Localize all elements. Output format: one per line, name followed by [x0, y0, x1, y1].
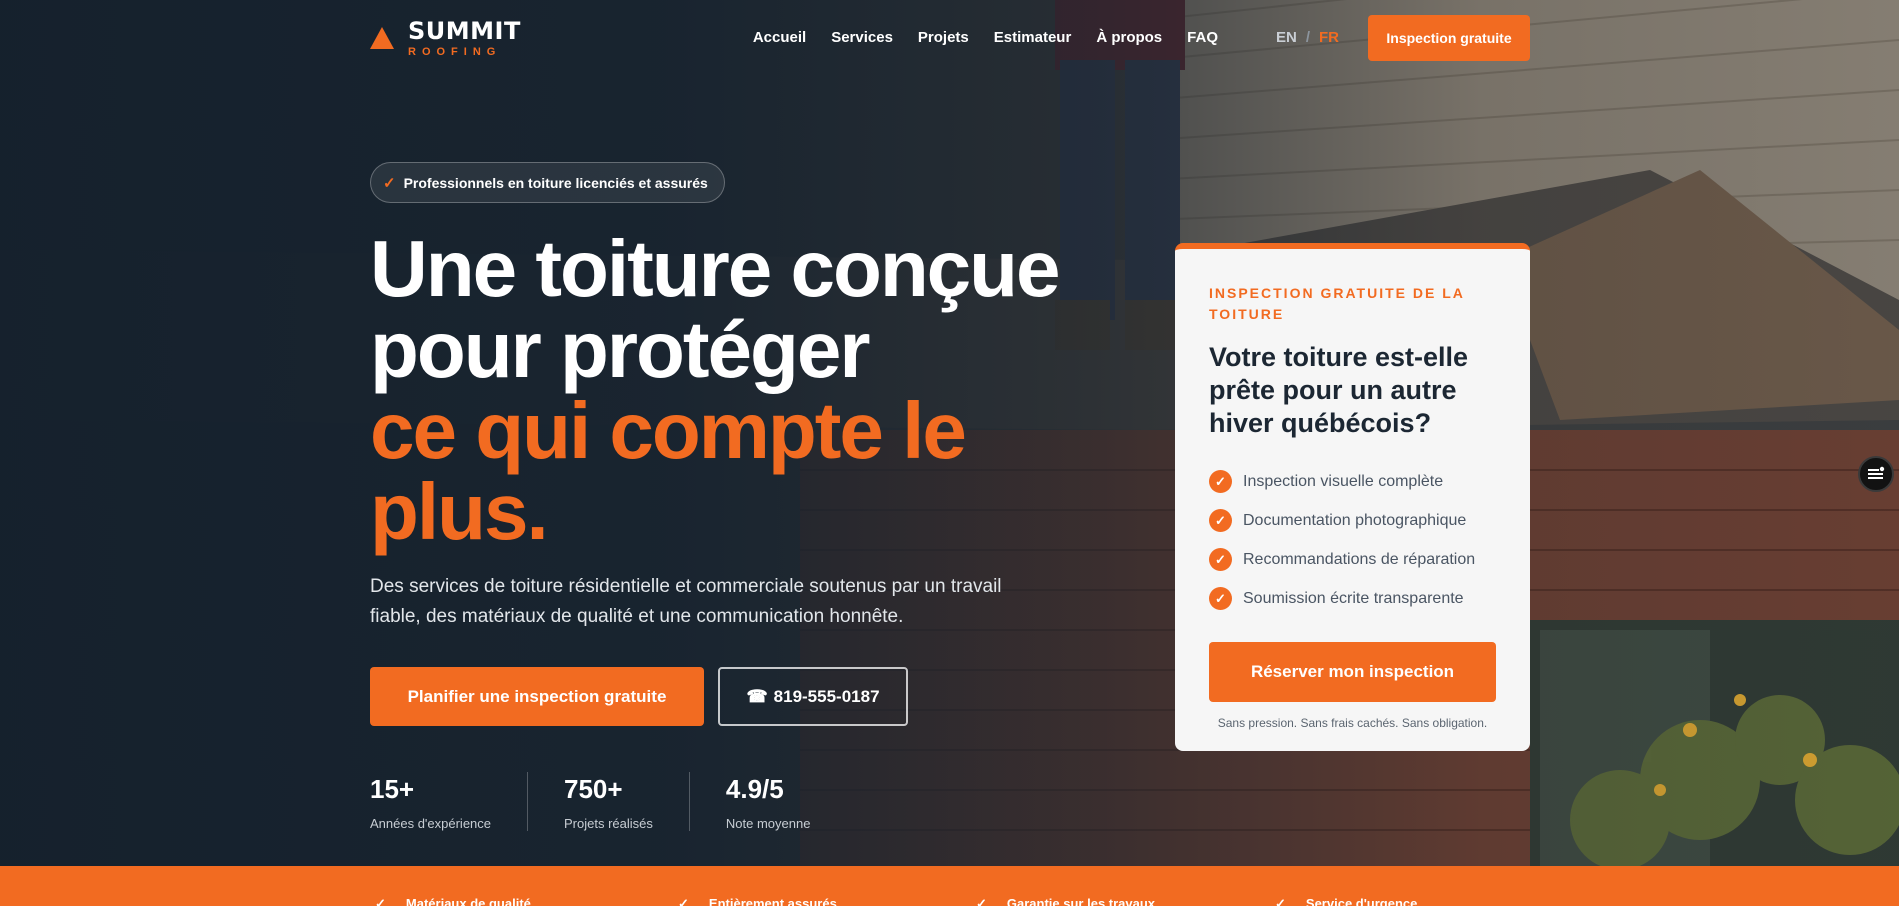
stat-label: Années d'expérience: [370, 816, 492, 831]
check-icon: ✓: [383, 174, 396, 192]
list-item: ✓ Documentation photographique: [1209, 501, 1496, 540]
list-item-label: Soumission écrite transparente: [1243, 589, 1464, 607]
stat-label: Projets réalisés: [564, 816, 653, 831]
list-item: ✓ Soumission écrite transparente: [1209, 579, 1496, 618]
check-circle-icon: ✓: [1209, 470, 1232, 493]
hero-title-main: Une toiture conçue pour protéger: [370, 224, 1061, 394]
check-circle-icon: ✓: [1209, 548, 1232, 571]
phone-button[interactable]: ☎ 819-555-0187: [718, 667, 908, 726]
list-item-label: Documentation photographique: [1243, 511, 1467, 529]
feature-item: ✓ Matériaux de qualité: [375, 896, 531, 906]
feature-item: ✓ Garantie sur les travaux: [976, 896, 1155, 906]
feature-item: ✓ Service d'urgence: [1275, 896, 1417, 906]
hero-title: Une toiture conçue pour protéger ce qui …: [370, 228, 1090, 552]
list-item-label: Recommandations de réparation: [1243, 550, 1476, 568]
lang-fr[interactable]: FR: [1319, 29, 1339, 46]
stat-rating: 4.9/5 Note moyenne: [688, 772, 847, 831]
check-icon: ✓: [976, 896, 987, 906]
card-note: Sans pression. Sans frais cachés. Sans o…: [1217, 716, 1488, 730]
check-circle-icon: ✓: [1209, 587, 1232, 610]
hero-title-accent: ce qui compte le plus.: [370, 386, 967, 556]
stat-value: 750+: [564, 774, 623, 804]
list-item: ✓ Recommandations de réparation: [1209, 540, 1496, 579]
nav-links: Accueil Services Projets Estimateur À pr…: [753, 29, 1218, 46]
check-circle-icon: ✓: [1209, 509, 1232, 532]
logo-subtitle: ROOFING: [408, 46, 502, 58]
nav-link-faq[interactable]: FAQ: [1187, 29, 1218, 46]
feature-item: ✓ Entièrement assurés: [678, 896, 837, 906]
nav-link-a-propos[interactable]: À propos: [1096, 29, 1162, 46]
phone-number: 819-555-0187: [773, 686, 880, 706]
stats-row: 15+ Années d'expérience 750+ Projets réa…: [370, 772, 846, 831]
feature-label: Matériaux de qualité: [405, 896, 531, 906]
feature-label: Entièrement assurés: [708, 896, 837, 906]
check-icon: ✓: [678, 896, 689, 906]
logo-text: SUMMIT ROOFING: [408, 18, 521, 58]
stat-value: 4.9/5: [725, 774, 784, 804]
nav-link-accueil[interactable]: Accueil: [753, 29, 806, 46]
brand-logo[interactable]: SUMMIT ROOFING: [370, 18, 521, 58]
feature-bar: ✓ Matériaux de qualité ✓ Entièrement ass…: [0, 866, 1899, 906]
list-item-label: Inspection visuelle complète: [1243, 472, 1444, 490]
lang-en[interactable]: EN: [1276, 29, 1297, 46]
nav-link-services[interactable]: Services: [831, 29, 893, 46]
accessibility-menu-icon[interactable]: [1858, 456, 1894, 492]
check-icon: ✓: [375, 896, 386, 906]
check-icon: ✓: [1275, 896, 1286, 906]
licensed-badge: ✓ Professionnels en toiture licenciés et…: [370, 162, 725, 203]
nav-link-projets[interactable]: Projets: [918, 29, 969, 46]
top-navigation: SUMMIT ROOFING Accueil Services Projets …: [0, 0, 1899, 78]
card-title: Votre toiture est-elle prête pour un aut…: [1209, 342, 1469, 438]
stat-experience: 15+ Années d'expérience: [370, 772, 527, 831]
card-eyebrow: INSPECTION GRATUITE DE LA TOITURE: [1209, 285, 1465, 322]
language-switcher: EN / FR: [1276, 29, 1339, 46]
hero-description: Des services de toiture résidentielle et…: [370, 576, 1002, 627]
menu-lines-icon: [1868, 466, 1885, 479]
card-checklist: ✓ Inspection visuelle complète ✓ Documen…: [1209, 462, 1496, 618]
book-inspection-button[interactable]: Réserver mon inspection: [1209, 642, 1496, 702]
plan-inspection-button[interactable]: Planifier une inspection gratuite: [370, 667, 704, 726]
list-item: ✓ Inspection visuelle complète: [1209, 462, 1496, 501]
nav-inspection-button[interactable]: Inspection gratuite: [1368, 15, 1530, 61]
lang-separator: /: [1305, 29, 1311, 46]
logo-name: SUMMIT: [408, 17, 521, 45]
inspection-card: INSPECTION GRATUITE DE LA TOITURE Votre …: [1175, 243, 1530, 751]
feature-label: Garantie sur les travaux: [1006, 896, 1156, 906]
stat-projects: 750+ Projets réalisés: [527, 772, 689, 831]
badge-text: Professionnels en toiture licenciés et a…: [403, 174, 708, 191]
stat-label: Note moyenne: [725, 816, 811, 831]
nav-link-estimateur[interactable]: Estimateur: [994, 29, 1072, 46]
stat-value: 15+: [370, 774, 415, 804]
feature-label: Service d'urgence: [1305, 896, 1418, 906]
triangle-logo-icon: [370, 27, 394, 49]
phone-icon: ☎: [746, 686, 768, 706]
